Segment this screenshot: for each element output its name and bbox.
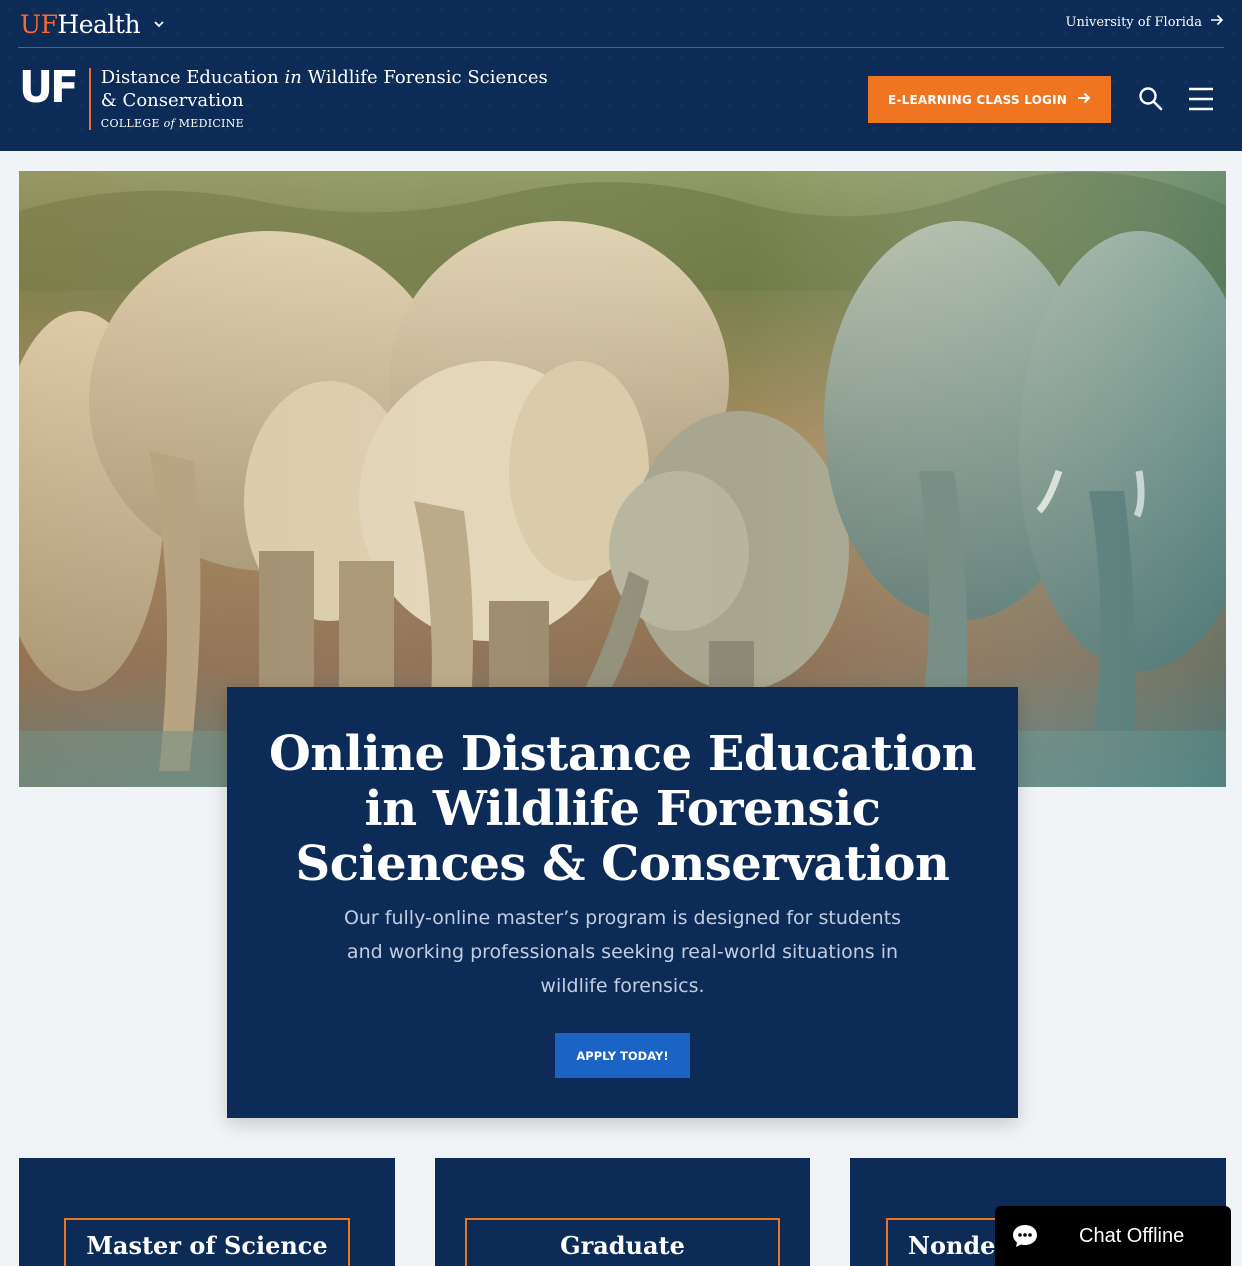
- search-icon[interactable]: [1138, 86, 1164, 112]
- program-card-master-of-science[interactable]: Master of Science: [19, 1158, 395, 1266]
- arrow-right-icon: [1210, 14, 1224, 30]
- utility-bar: UFHealth University of Florida: [0, 0, 1242, 47]
- chevron-down-icon: [152, 17, 166, 31]
- brand-text: Distance Education in Wildlife Forensic …: [101, 66, 551, 130]
- header-divider: [18, 47, 1224, 48]
- site-brand-home-link[interactable]: UF Distance Education in Wildlife Forens…: [19, 66, 551, 134]
- college-name: COLLEGE of MEDICINE: [100, 117, 244, 130]
- uf-health-menu[interactable]: UFHealth: [20, 6, 166, 42]
- university-of-florida-link[interactable]: University of Florida: [1066, 14, 1225, 30]
- site-title: Distance Education in Wildlife Forensic …: [100, 67, 548, 111]
- hero-description: Our fully-online master’s program is des…: [343, 907, 902, 997]
- arrow-right-icon: [1077, 92, 1091, 107]
- uf-health-logo: UFHealth: [20, 9, 141, 39]
- hero-title: Online Distance Education in Wildlife Fo…: [268, 726, 977, 892]
- program-label: Graduate: [465, 1218, 780, 1266]
- hero-card: Online Distance Education in Wildlife Fo…: [227, 687, 1018, 1118]
- chat-bubble-icon: [1011, 1222, 1039, 1250]
- program-label: Master of Science: [64, 1218, 350, 1266]
- program-card-graduate[interactable]: Graduate: [435, 1158, 810, 1266]
- hamburger-menu-icon[interactable]: [1187, 86, 1215, 112]
- site-header: UFHealth University of Florida UF Distan…: [0, 0, 1242, 151]
- chat-status-label: Chat Offline: [1079, 1224, 1185, 1247]
- chat-widget[interactable]: Chat Offline: [995, 1206, 1231, 1266]
- apply-today-button[interactable]: APPLY TODAY!: [555, 1033, 690, 1078]
- elearning-login-button[interactable]: E-LEARNING CLASS LOGIN: [868, 76, 1111, 123]
- university-link-label: University of Florida: [1065, 14, 1203, 30]
- elearning-login-label: E-LEARNING CLASS LOGIN: [888, 92, 1067, 107]
- brand-rule: [88, 68, 91, 130]
- uf-logo: UF: [19, 62, 79, 113]
